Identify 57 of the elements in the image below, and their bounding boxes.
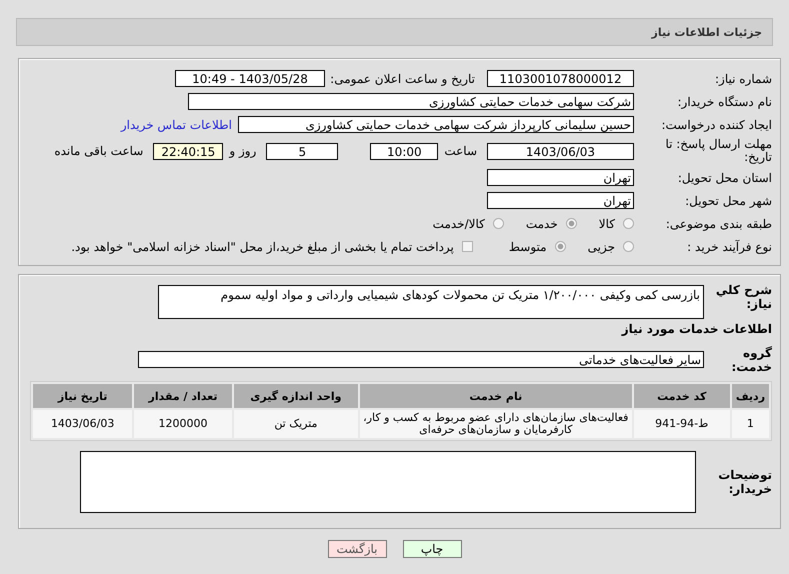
table-cell: 1 <box>732 410 769 438</box>
column-header: تاریخ نیاز <box>33 384 132 408</box>
table-cell: 1200000 <box>134 410 232 438</box>
field-label: ایجاد کننده درخواست: <box>660 118 772 132</box>
checkbox-label: پرداخت تمام یا بخشی از مبلغ خرید،از محل "اسناد خزانه اسلامی" خواهد بود. <box>71 240 454 254</box>
checkbox[interactable] <box>462 241 473 252</box>
field-label: مهلت ارسال پاسخ: تا تاریخ: <box>664 138 772 164</box>
field-label: توضیحات خریدار: <box>717 468 772 496</box>
table-cell: ط-94-941 <box>634 410 730 438</box>
service-group-field: سایر فعالیت‌های خدماتی <box>138 351 704 368</box>
table-cell: متریک تن <box>234 410 358 438</box>
radio-button[interactable] <box>623 241 634 252</box>
announce-date-field: 1403/05/28 - 10:49 <box>175 70 325 87</box>
option-label: خدمت <box>526 216 558 230</box>
back-button[interactable]: بازگشت <box>328 540 386 558</box>
field-label: گروه خدمت: <box>730 346 772 374</box>
need-number-field: 1103001078000012 <box>487 70 634 87</box>
field-label: استان محل تحویل: <box>676 170 772 184</box>
requester-field: حسین سلیمانی کارپرداز شرکت سهامی خدمات حمایتی کشاورزی <box>238 116 634 133</box>
days-field: 5 <box>266 142 338 160</box>
days-label: روز و <box>228 144 258 158</box>
option-label: جزیی <box>588 240 615 254</box>
column-header: تعداد / مقدار <box>134 384 232 408</box>
option-label: متوسط <box>508 240 547 254</box>
section-heading: اطلاعات خدمات مورد نياز <box>620 322 772 336</box>
option-label: کالا/خدمت <box>432 216 485 230</box>
buyer-contact-link[interactable]: اطلاعات تماس خریدار <box>120 118 232 132</box>
option-label: کالا <box>598 216 615 230</box>
field-label: شهر محل تحویل: <box>684 194 772 208</box>
city-field: تهران <box>487 192 634 209</box>
field-label: طبقه بندی موضوعی: <box>664 216 772 230</box>
time-label: ساعت <box>443 144 478 158</box>
buyer-notes-field[interactable] <box>80 451 696 513</box>
radio-button[interactable] <box>492 218 504 229</box>
field-label: نوع فرآیند خرید : <box>686 240 772 254</box>
remaining-label: ساعت باقی مانده <box>53 144 144 158</box>
column-header: ردیف <box>732 384 769 408</box>
field-label: تاریخ و ساعت اعلان عمومی: <box>329 72 476 86</box>
column-header: کد خدمت <box>634 384 730 408</box>
radio-button[interactable] <box>554 241 566 252</box>
field-label: نام دستگاه خریدار: <box>676 94 772 108</box>
deadline-date-field: 1403/06/03 <box>487 142 634 160</box>
radio-button[interactable] <box>566 218 577 229</box>
province-field: تهران <box>487 169 634 186</box>
description-field: بازرسی کمی وکیفی ۱/۲۰۰/۰۰۰ متریک تن محمولات کودهای شیمیایی وارداتی و مواد اولیه سموم <box>158 284 704 318</box>
deadline-time-field: 10:00 <box>370 142 438 160</box>
radio-button[interactable] <box>623 218 634 229</box>
column-header: واحد اندازه گیری <box>234 384 358 408</box>
remaining-time-field: 22:40:15 <box>153 142 224 160</box>
table-cell: فعالیت‌های سازمان‌های دارای عضو مربوط به کسب و کار، کارفرمایان و سازمان‌های حرفه‌ای <box>360 410 632 438</box>
page-title: جزئیات اطلاعات نیاز <box>652 26 762 38</box>
field-label: شرح کلي نياز: <box>714 282 772 310</box>
table-cell: 1403/06/03 <box>33 410 132 438</box>
buyer-field: شرکت سهامی خدمات حمایتی کشاورزی <box>188 93 634 110</box>
field-label: شماره نیاز: <box>714 72 772 86</box>
column-header: نام خدمت <box>360 384 632 408</box>
print-button[interactable]: چاپ <box>402 540 462 558</box>
